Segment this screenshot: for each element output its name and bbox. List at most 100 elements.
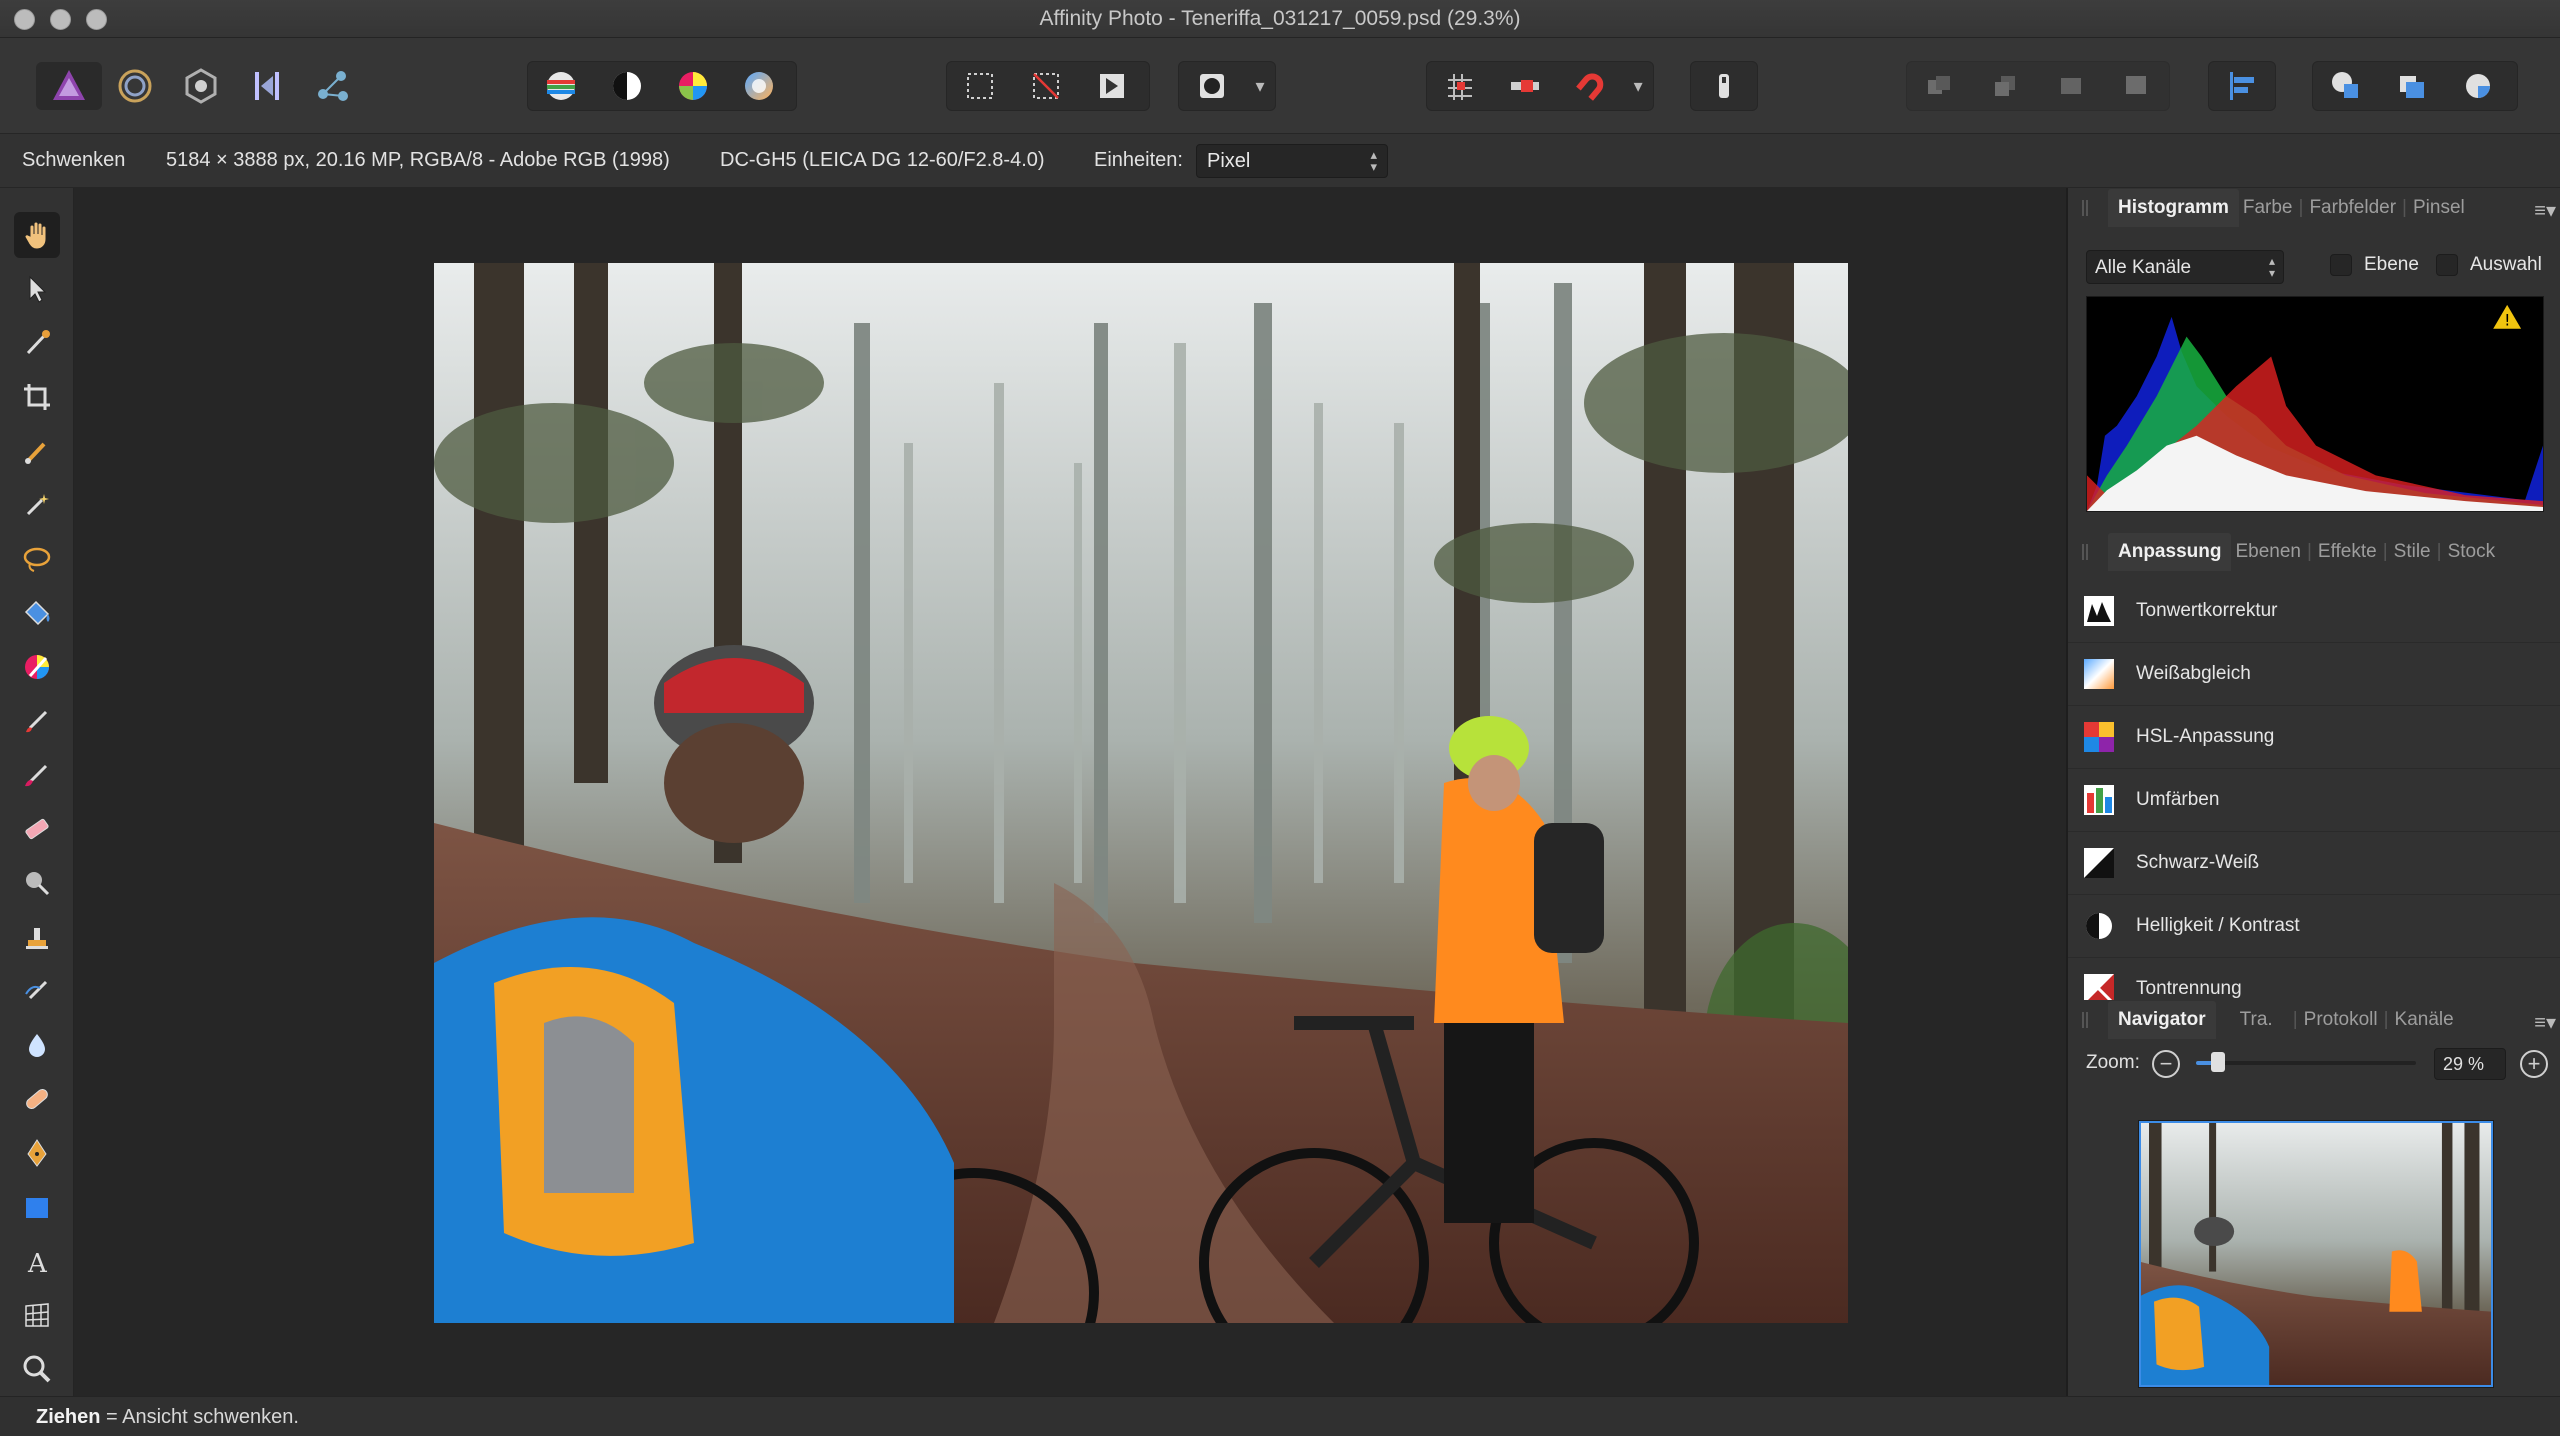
quick-mask-dropdown-icon[interactable]: ▾	[1245, 62, 1275, 110]
subtract-icon[interactable]	[2379, 62, 2445, 110]
snapping-dropdown-icon[interactable]: ▾	[1623, 62, 1653, 110]
adjustment-recolor[interactable]: Umfärben	[2068, 769, 2560, 832]
select-all-icon[interactable]	[947, 62, 1013, 110]
tab-channels[interactable]: Kanäle	[2391, 1009, 2458, 1031]
adjustment-posterize[interactable]: Tontrennung	[2068, 958, 2560, 1000]
auto-levels-icon[interactable]	[528, 62, 594, 110]
document-photo[interactable]	[434, 263, 1848, 1323]
undo-brush-tool[interactable]	[14, 968, 60, 1014]
zoom-value-field[interactable]: 29 %	[2434, 1048, 2506, 1080]
forward-icon[interactable]	[2038, 62, 2104, 110]
crop-tool[interactable]	[14, 374, 60, 420]
develop-persona-icon[interactable]	[168, 62, 234, 110]
navigator-preview[interactable]	[2138, 1120, 2494, 1388]
tab-swatches[interactable]: Farbfelder	[2305, 197, 2400, 219]
hand-tool[interactable]	[14, 212, 60, 258]
checkbox-box[interactable]	[2330, 254, 2352, 276]
magnet-icon[interactable]	[1558, 62, 1623, 110]
dodge-brush-tool[interactable]	[14, 860, 60, 906]
selection-brush-tool[interactable]	[14, 428, 60, 474]
tab-styles[interactable]: Stile	[2390, 541, 2435, 563]
tab-histogram[interactable]: Histogramm	[2108, 189, 2239, 227]
black-white-icon	[2084, 848, 2114, 878]
zoom-out-icon[interactable]: −	[2152, 1050, 2180, 1078]
paint-brush-tool[interactable]	[14, 698, 60, 744]
adjustment-white-balance[interactable]: Weißabgleich	[2068, 643, 2560, 706]
flood-select-tool[interactable]	[14, 482, 60, 528]
tab-layers[interactable]: Ebenen	[2231, 541, 2305, 563]
photo-persona-icon[interactable]	[36, 62, 102, 110]
arrange-group	[1906, 61, 2170, 111]
selection-checkbox[interactable]: Auswahl	[2436, 254, 2542, 276]
auto-contrast-icon[interactable]	[594, 62, 660, 110]
panel-menu-icon[interactable]: ≡▾	[2534, 1010, 2556, 1035]
tab-brushes[interactable]: Pinsel	[2409, 197, 2469, 219]
invert-selection-icon[interactable]	[1079, 62, 1145, 110]
grid-icon[interactable]	[1427, 62, 1492, 110]
liquify-persona-icon[interactable]	[102, 62, 168, 110]
panel-grip-icon[interactable]	[2082, 200, 2088, 216]
navigator-tabs: Navigator Tra. | Protokoll | Kanäle ≡▾	[2068, 1000, 2560, 1040]
clone-brush-tool[interactable]	[14, 914, 60, 960]
adjustment-black-white[interactable]: Schwarz-Weiß	[2068, 832, 2560, 895]
export-persona-icon[interactable]	[300, 62, 366, 110]
erase-brush-tool[interactable]	[14, 806, 60, 852]
tab-history[interactable]: Protokoll	[2300, 1009, 2382, 1031]
mesh-warp-tool[interactable]	[14, 1292, 60, 1338]
pen-tool[interactable]	[14, 1130, 60, 1176]
panel-menu-icon[interactable]: ≡▾	[2534, 198, 2556, 223]
navigator-view-frame[interactable]	[2139, 1121, 2493, 1387]
tab-adjustments[interactable]: Anpassung	[2108, 533, 2232, 571]
move-tool[interactable]	[14, 266, 60, 312]
color-picker-tool[interactable]	[14, 320, 60, 366]
zoom-in-icon[interactable]: +	[2520, 1050, 2548, 1078]
panel-grip-icon[interactable]	[2082, 1012, 2088, 1028]
checkbox-box[interactable]	[2436, 254, 2458, 276]
backward-icon[interactable]	[1973, 62, 2039, 110]
color-replace-tool[interactable]	[14, 644, 60, 690]
add-icon[interactable]	[2313, 62, 2379, 110]
intersect-icon[interactable]	[2445, 62, 2511, 110]
healing-brush-tool[interactable]	[14, 1076, 60, 1122]
channel-select[interactable]: Alle Kanäle ▴ ▾	[2086, 250, 2284, 284]
back-icon[interactable]	[1907, 62, 1973, 110]
adjustment-levels[interactable]: Tonwertkorrektur	[2068, 580, 2560, 643]
tab-transform[interactable]: Tra.	[2236, 1009, 2277, 1031]
recolor-icon	[2084, 785, 2114, 815]
tab-stock[interactable]: Stock	[2444, 541, 2500, 563]
text-tool[interactable]: A	[14, 1238, 60, 1284]
brightness-contrast-icon	[2086, 913, 2112, 939]
zoom-row: Zoom: − 29 % +	[2068, 1040, 2560, 1090]
mixer-brush-tool[interactable]	[14, 752, 60, 798]
zoom-slider[interactable]	[2196, 1052, 2416, 1072]
main-toolbar: ▾ ▾	[0, 38, 2560, 134]
tab-navigator[interactable]: Navigator	[2108, 1001, 2216, 1039]
freehand-selection-tool[interactable]	[14, 536, 60, 582]
blur-brush-tool[interactable]	[14, 1022, 60, 1068]
layer-checkbox[interactable]: Ebene	[2330, 254, 2419, 276]
adjustment-hsl[interactable]: HSL-Anpassung	[2068, 706, 2560, 769]
tab-effects[interactable]: Effekte	[2314, 541, 2381, 563]
deselect-icon[interactable]	[1013, 62, 1079, 110]
snap-icon[interactable]	[1492, 62, 1557, 110]
auto-colors-icon[interactable]	[660, 62, 726, 110]
window-title: Affinity Photo - Teneriffa_031217_0059.p…	[1039, 7, 1521, 30]
adjustment-brightness-contrast[interactable]: Helligkeit / Kontrast	[2068, 895, 2560, 958]
snapping-group: ▾	[1426, 61, 1654, 111]
adjustment-label: HSL-Anpassung	[2136, 726, 2275, 747]
fill-tool[interactable]	[14, 590, 60, 636]
align-icon[interactable]	[2209, 62, 2275, 110]
white-balance-icon	[2084, 659, 2114, 689]
auto-white-balance-icon[interactable]	[726, 62, 792, 110]
assistant-icon[interactable]	[1691, 62, 1757, 110]
zoom-tool[interactable]	[14, 1346, 60, 1392]
tone-mapping-persona-icon[interactable]	[234, 62, 300, 110]
quick-mask-icon[interactable]	[1179, 62, 1245, 110]
panel-grip-icon[interactable]	[2082, 544, 2088, 560]
rectangle-tool[interactable]	[14, 1184, 60, 1230]
zoom-slider-thumb[interactable]	[2211, 1052, 2225, 1072]
front-icon[interactable]	[2104, 62, 2170, 110]
units-select[interactable]: Pixel ▴ ▾	[1196, 144, 1388, 178]
document-canvas[interactable]	[74, 188, 2066, 1396]
tab-color[interactable]: Farbe	[2239, 197, 2297, 219]
